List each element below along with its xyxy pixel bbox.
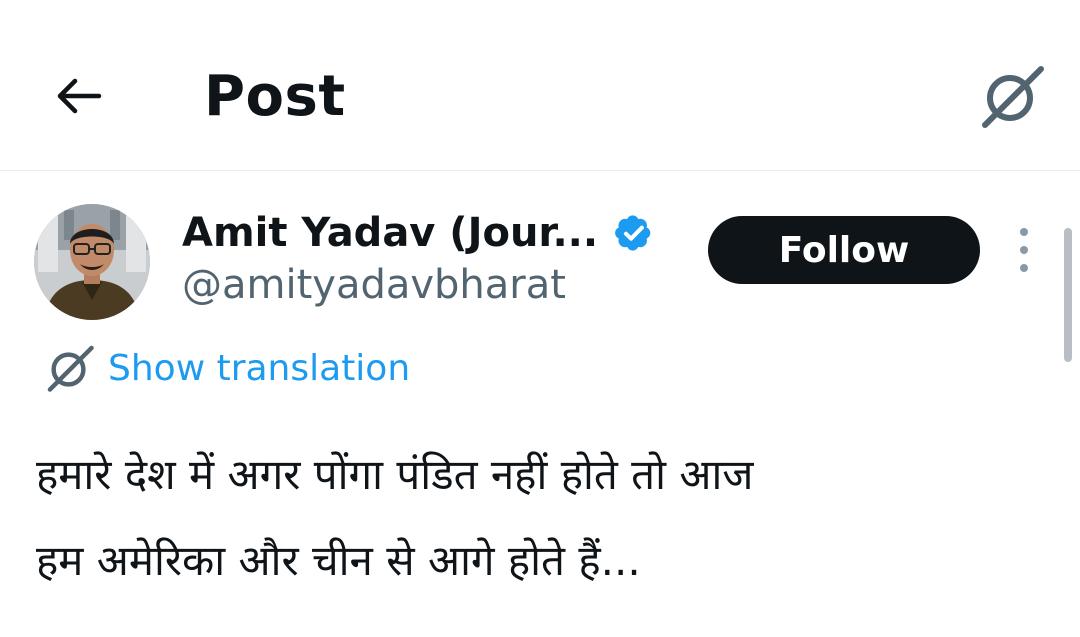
more-dot	[1020, 264, 1028, 272]
show-translation-label[interactable]: Show translation	[108, 348, 410, 389]
post-text-line: हम अमेरिका और चीन से आगे होते हैं...	[36, 536, 641, 585]
show-translation-link[interactable]: Show translation	[44, 340, 410, 396]
grok-button[interactable]	[976, 60, 1048, 132]
arrow-left-icon	[57, 78, 102, 114]
avatar[interactable]	[34, 204, 150, 320]
verified-badge-icon	[615, 215, 651, 251]
display-name[interactable]: Amit Yadav (Jour...	[182, 210, 598, 256]
post-text: हमारे देश में अगर पोंगा पंडित नहीं होते …	[36, 432, 1036, 604]
grok-icon	[47, 345, 94, 392]
follow-button[interactable]: Follow	[708, 216, 980, 284]
more-dot	[1020, 246, 1028, 254]
page-title: Post	[204, 64, 346, 129]
back-button[interactable]	[48, 68, 108, 124]
top-bar: Post	[0, 0, 1080, 171]
author-handle[interactable]: @amityadavbharat	[182, 262, 566, 308]
more-vertical-icon[interactable]	[1008, 228, 1040, 272]
post-text-line: हमारे देश में अगर पोंगा पंडित नहीं होते …	[36, 450, 754, 499]
author-name-row[interactable]: Amit Yadav (Jour...	[182, 204, 656, 262]
grok-icon	[982, 66, 1044, 128]
more-dot	[1020, 228, 1028, 236]
scrollbar[interactable]	[1064, 228, 1072, 362]
avatar-photo	[34, 204, 150, 320]
